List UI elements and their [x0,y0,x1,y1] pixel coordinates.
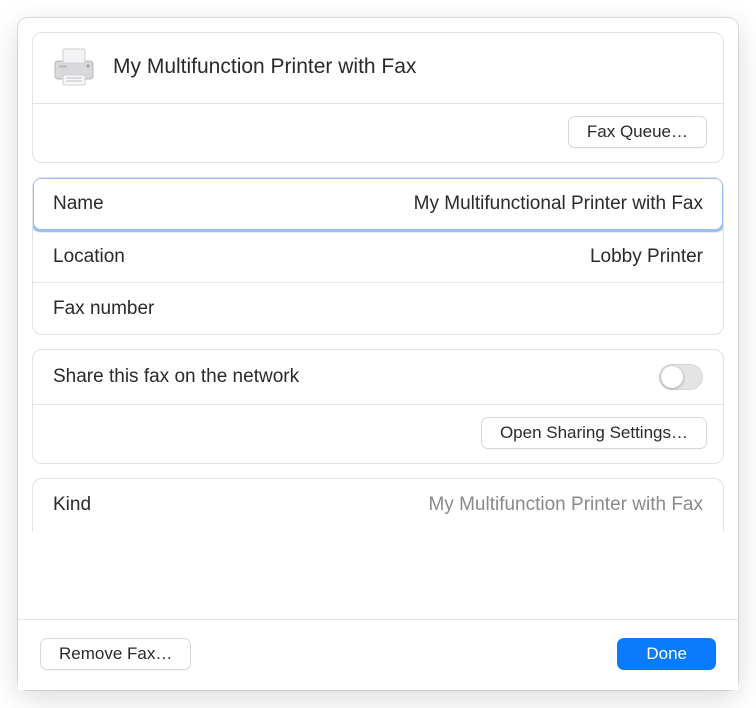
share-row: Share this fax on the network [33,350,723,404]
fax-number-row[interactable]: Fax number [33,282,723,334]
fax-options-dialog: My Multifunction Printer with Fax Fax Qu… [18,18,738,690]
sharing-panel: Share this fax on the network Open Shari… [32,349,724,464]
share-toggle[interactable] [659,364,703,390]
kind-value: My Multifunction Printer with Fax [428,494,703,516]
location-value: Lobby Printer [590,246,703,268]
share-toggle-knob [661,366,683,388]
share-settings-row: Open Sharing Settings… [33,404,723,463]
share-label: Share this fax on the network [53,366,299,388]
fax-printer-icon [51,47,97,87]
header-title: My Multifunction Printer with Fax [113,55,416,79]
fax-queue-button[interactable]: Fax Queue… [568,116,707,148]
fields-panel: Name My Multifunctional Printer with Fax… [32,177,724,335]
name-label: Name [53,193,104,215]
header-row: My Multifunction Printer with Fax [33,33,723,103]
open-sharing-settings-button[interactable]: Open Sharing Settings… [481,417,707,449]
fax-queue-row: Fax Queue… [33,104,723,162]
location-label: Location [53,246,125,268]
remove-fax-button[interactable]: Remove Fax… [40,638,191,670]
kind-label: Kind [53,494,91,516]
done-button[interactable]: Done [617,638,716,670]
dialog-footer: Remove Fax… Done [18,619,738,690]
kind-row: Kind My Multifunction Printer with Fax [33,479,723,531]
name-row[interactable]: Name My Multifunctional Printer with Fax [33,178,723,230]
fax-number-label: Fax number [53,298,154,320]
kind-panel: Kind My Multifunction Printer with Fax [32,478,724,531]
name-value: My Multifunctional Printer with Fax [414,193,703,215]
location-row[interactable]: Location Lobby Printer [33,230,723,282]
header-panel: My Multifunction Printer with Fax Fax Qu… [32,32,724,163]
dialog-content: My Multifunction Printer with Fax Fax Qu… [18,18,738,619]
